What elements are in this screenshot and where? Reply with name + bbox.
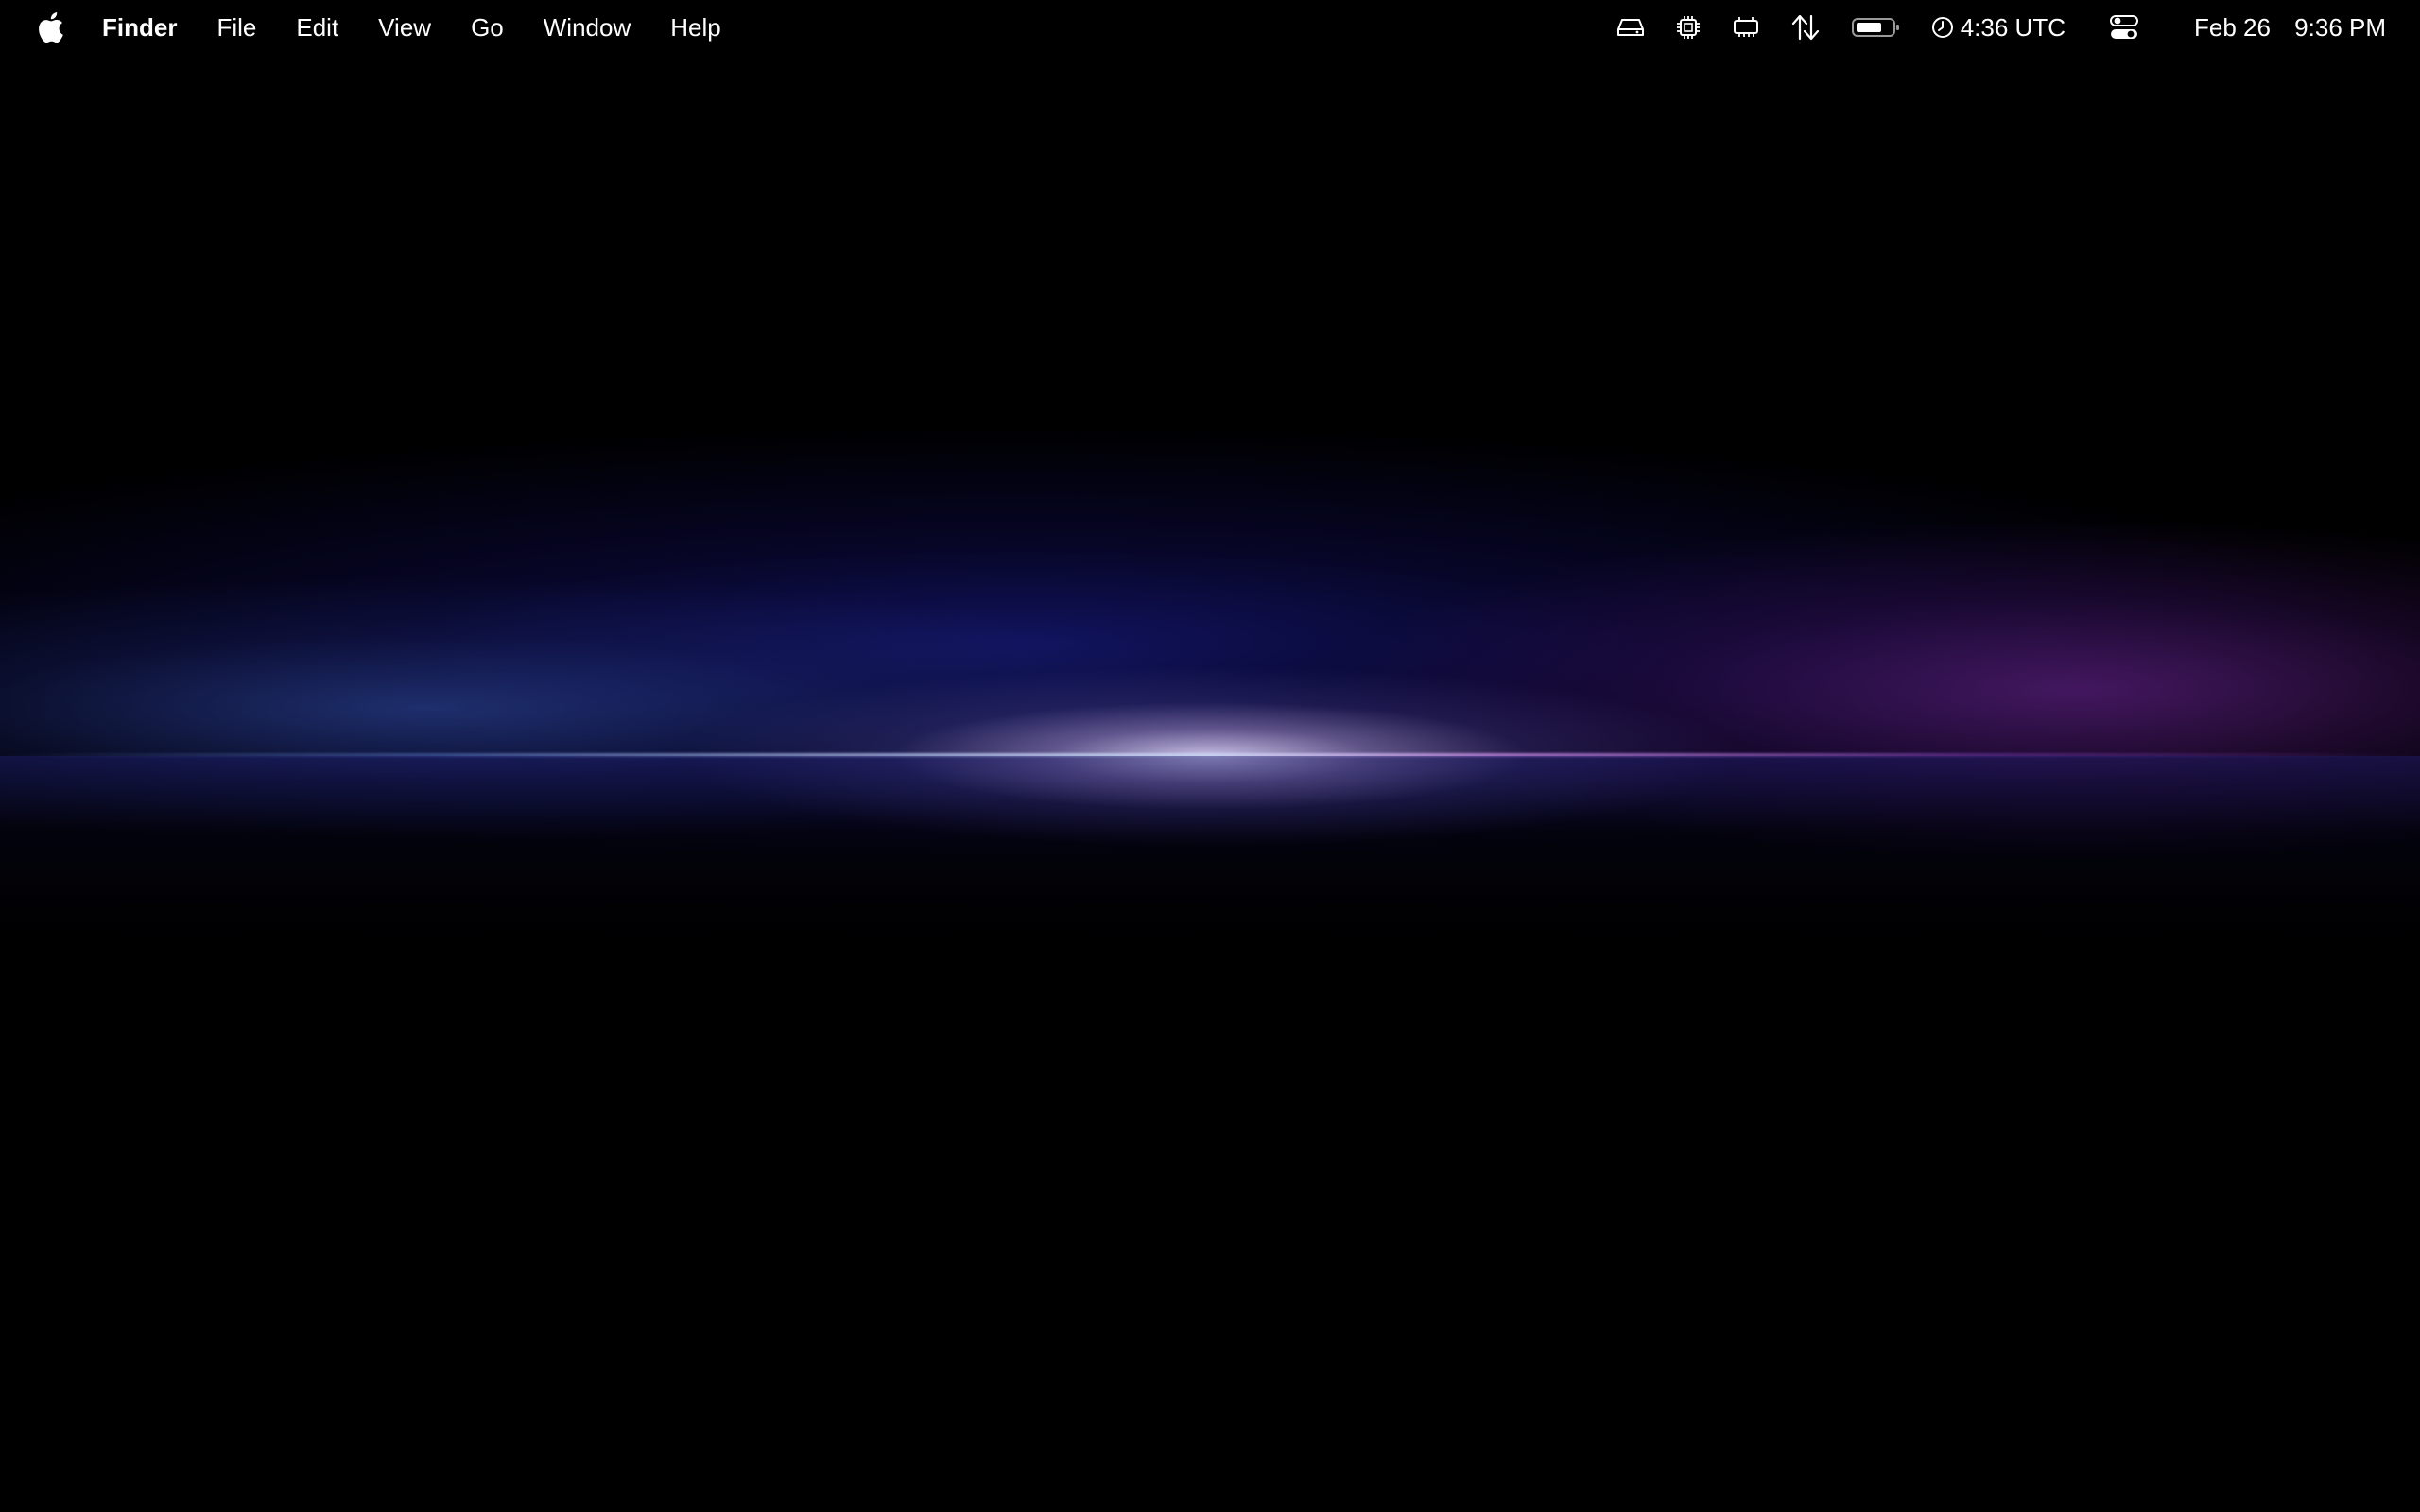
battery-icon[interactable] xyxy=(1851,0,1900,55)
memory-icon[interactable] xyxy=(1732,0,1760,55)
wallpaper-glow-core xyxy=(643,605,1872,850)
menu-file[interactable]: File xyxy=(216,0,256,55)
cpu-chip-icon[interactable] xyxy=(1675,0,1702,55)
clock-icon xyxy=(1931,17,1953,38)
menu-bar-right: 4:36 UTC Feb 26 9:36 PM xyxy=(1586,0,2386,55)
menu-window[interactable]: Window xyxy=(544,0,631,55)
menu-help[interactable]: Help xyxy=(670,0,720,55)
control-center-icon[interactable] xyxy=(2109,0,2139,55)
menu-bar-left: Finder File Edit View Go Window Help xyxy=(0,0,761,55)
time-label: 9:36 PM xyxy=(2294,12,2386,42)
menu-bar: Finder File Edit View Go Window Help 4:3… xyxy=(0,0,2420,55)
wallpaper-glow-base xyxy=(0,359,2420,888)
wallpaper-horizon-line xyxy=(0,753,2420,757)
wallpaper-glow-right xyxy=(1229,444,2420,879)
clock-status-item[interactable]: 4:36 UTC xyxy=(1930,0,2066,55)
desktop[interactable] xyxy=(0,0,2420,1512)
date-label: Feb 26 xyxy=(2193,12,2271,42)
menu-app-finder[interactable]: Finder xyxy=(102,0,177,55)
menu-go[interactable]: Go xyxy=(471,0,504,55)
menu-edit[interactable]: Edit xyxy=(296,0,338,55)
menu-view[interactable]: View xyxy=(378,0,431,55)
drive-icon[interactable] xyxy=(1616,0,1645,55)
clock-label: 4:36 UTC xyxy=(1960,12,2066,42)
menu-bar-clock[interactable]: Feb 26 9:36 PM xyxy=(2194,13,2386,43)
network-arrows-icon[interactable] xyxy=(1790,0,1821,55)
apple-logo-icon[interactable] xyxy=(34,9,66,46)
wallpaper-horizon-shade xyxy=(0,756,2420,945)
wallpaper-glow-left xyxy=(0,491,1418,888)
